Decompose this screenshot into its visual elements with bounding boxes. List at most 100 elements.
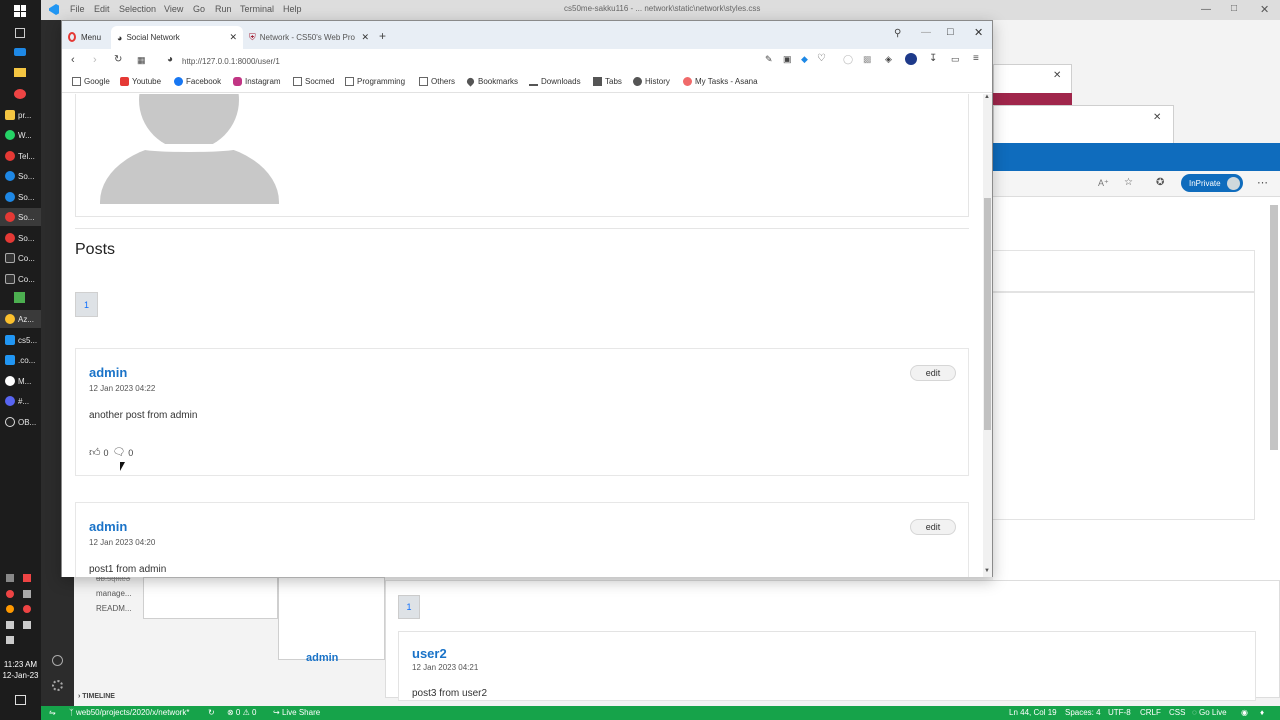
bookmark-downloads[interactable]: Downloads xyxy=(529,77,581,86)
taskbar-item[interactable]: W... xyxy=(0,126,41,144)
opera-menu-button[interactable]: Menu xyxy=(68,32,101,42)
taskbar-item[interactable]: So... xyxy=(0,208,41,226)
edit-button[interactable]: edit xyxy=(910,519,956,535)
bookmark-others[interactable]: Others xyxy=(419,77,455,86)
taskbar-item[interactable]: Co... xyxy=(0,270,41,288)
task-view-icon[interactable] xyxy=(15,28,25,38)
read-aloud-icon[interactable]: A⁺ xyxy=(1098,178,1109,189)
bookmark-asana[interactable]: My Tasks - Asana xyxy=(683,77,758,86)
go-live-button[interactable]: ◌ Go Live xyxy=(1192,708,1227,717)
edge-taskbar-icon[interactable] xyxy=(14,48,26,56)
site-info-icon[interactable]: ◕ xyxy=(167,54,173,65)
settings-gear-icon[interactable] xyxy=(52,680,63,691)
timeline-section[interactable]: › TIMELINE xyxy=(78,693,115,700)
indent-spaces[interactable]: Spaces: 4 xyxy=(1065,708,1101,717)
copilot-icon[interactable]: ◉ xyxy=(1241,708,1248,717)
back-icon[interactable]: ‹ xyxy=(71,54,75,66)
bookmark-bookmarks[interactable]: Bookmarks xyxy=(465,76,518,87)
taskbar-item[interactable]: So... xyxy=(0,229,41,247)
extension-icon[interactable]: ▩ xyxy=(863,54,872,65)
explorer-file[interactable]: manage... xyxy=(96,589,132,598)
sync-icon[interactable]: ↻ xyxy=(208,708,215,717)
pagination-page-1[interactable]: 1 xyxy=(75,292,98,317)
menu-view[interactable]: View xyxy=(164,4,183,14)
remote-icon[interactable]: ⇋ xyxy=(49,708,56,717)
edge-scrollbar[interactable] xyxy=(1270,205,1278,450)
taskbar-item[interactable]: OB... xyxy=(0,413,41,431)
bell-icon[interactable]: ♦ xyxy=(1260,708,1264,717)
close-icon[interactable]: ✕ xyxy=(1153,112,1161,123)
battery-icon[interactable]: ▭ xyxy=(951,54,960,65)
taskbar-item[interactable]: #... xyxy=(0,392,41,410)
heart-icon[interactable]: ♡ xyxy=(817,53,826,64)
menu-run[interactable]: Run xyxy=(215,4,232,14)
forward-icon[interactable]: › xyxy=(93,54,97,66)
minimize-icon[interactable]: — xyxy=(921,27,931,38)
vpn-shield-icon[interactable]: ◆ xyxy=(801,54,808,65)
close-icon[interactable]: ✕ xyxy=(974,26,983,39)
close-tab-icon[interactable]: ✕ xyxy=(229,32,237,43)
minimize-icon[interactable]: — xyxy=(1201,4,1211,15)
easy-setup-icon[interactable]: ≡ xyxy=(973,53,979,64)
camera-icon[interactable]: ▣ xyxy=(783,54,792,65)
tab-social-network[interactable]: ◕ Social Network ✕ xyxy=(111,26,243,49)
menu-terminal[interactable]: Terminal xyxy=(240,4,274,14)
menu-edit[interactable]: Edit xyxy=(94,4,110,14)
menu-go[interactable]: Go xyxy=(193,4,205,14)
language-mode[interactable]: CSS xyxy=(1169,708,1185,717)
taskbar-clock[interactable]: 11:23 AM 12-Jan-23 xyxy=(0,659,41,681)
like-icon[interactable]: 👍︎ xyxy=(89,446,101,459)
scroll-up-arrow-icon[interactable]: ▲ xyxy=(984,94,990,100)
background-post-author[interactable]: user2 xyxy=(412,646,447,661)
scrollbar-thumb[interactable] xyxy=(984,198,991,430)
taskbar-item[interactable]: M... xyxy=(0,372,41,390)
taskbar-item[interactable]: .co... xyxy=(0,351,41,369)
collections-icon[interactable]: ✪ xyxy=(1156,177,1164,188)
tabs-grid-icon[interactable]: ▦ xyxy=(137,55,146,66)
edit-button[interactable]: edit xyxy=(910,365,956,381)
taskbar-item[interactable]: cs5... xyxy=(0,331,41,349)
menu-file[interactable]: File xyxy=(70,4,85,14)
new-tab-button[interactable]: + xyxy=(379,29,386,43)
menu-help[interactable]: Help xyxy=(283,4,302,14)
app-icon[interactable] xyxy=(14,292,25,303)
taskbar-item[interactable]: Tel... xyxy=(0,147,41,165)
maximize-icon[interactable]: □ xyxy=(947,26,954,38)
comment-icon[interactable]: 🗨︎ xyxy=(113,447,126,458)
cube-icon[interactable]: ◈ xyxy=(885,54,892,65)
explorer-file[interactable]: READM... xyxy=(96,604,132,613)
url-input[interactable] xyxy=(182,53,802,69)
inprivate-badge[interactable]: InPrivate xyxy=(1181,174,1243,192)
bookmark-socmed[interactable]: Socmed xyxy=(293,77,334,86)
taskbar-item[interactable]: Co... xyxy=(0,249,41,267)
more-icon[interactable]: ⋯ xyxy=(1257,176,1268,189)
pin-taskbar-icon[interactable] xyxy=(14,89,26,99)
notification-icon[interactable] xyxy=(15,695,26,705)
extension-icon[interactable]: ◯ xyxy=(843,54,853,65)
tab-cs50-network[interactable]: ⛨ Network - CS50's Web Pro... ✕ xyxy=(245,26,375,49)
tray-icons[interactable] xyxy=(6,574,36,648)
taskbar-item[interactable]: So... xyxy=(0,188,41,206)
scroll-down-arrow-icon[interactable]: ▼ xyxy=(984,568,990,574)
windows-start-icon[interactable] xyxy=(14,5,26,17)
reload-icon[interactable]: ↻ xyxy=(114,54,122,65)
line-ending[interactable]: CRLF xyxy=(1140,708,1161,717)
account-icon[interactable] xyxy=(52,655,63,666)
live-share-button[interactable]: ↪ Live Share xyxy=(273,708,320,717)
bookmark-history[interactable]: History xyxy=(633,77,670,86)
bookmark-youtube[interactable]: Youtube xyxy=(120,77,161,86)
taskbar-item[interactable]: Az... xyxy=(0,310,41,328)
bookmark-programming[interactable]: Programming xyxy=(345,77,405,86)
post-author[interactable]: admin xyxy=(89,365,127,380)
bookmark-google[interactable]: Google xyxy=(72,77,110,86)
cursor-position[interactable]: Ln 44, Col 19 xyxy=(1009,708,1057,717)
problems-indicator[interactable]: ⊗ 0 ⚠ 0 xyxy=(227,708,256,717)
profile-icon[interactable] xyxy=(905,53,917,65)
taskbar-item[interactable]: pr... xyxy=(0,106,41,124)
search-tabs-icon[interactable]: ⚲ xyxy=(894,28,901,39)
favorite-icon[interactable]: ☆ xyxy=(1124,177,1133,188)
edit-icon[interactable]: ✎ xyxy=(765,54,773,65)
maximize-icon[interactable]: □ xyxy=(1231,3,1237,14)
close-icon[interactable]: ✕ xyxy=(1260,3,1269,16)
bookmark-tabs[interactable]: Tabs xyxy=(593,77,622,86)
